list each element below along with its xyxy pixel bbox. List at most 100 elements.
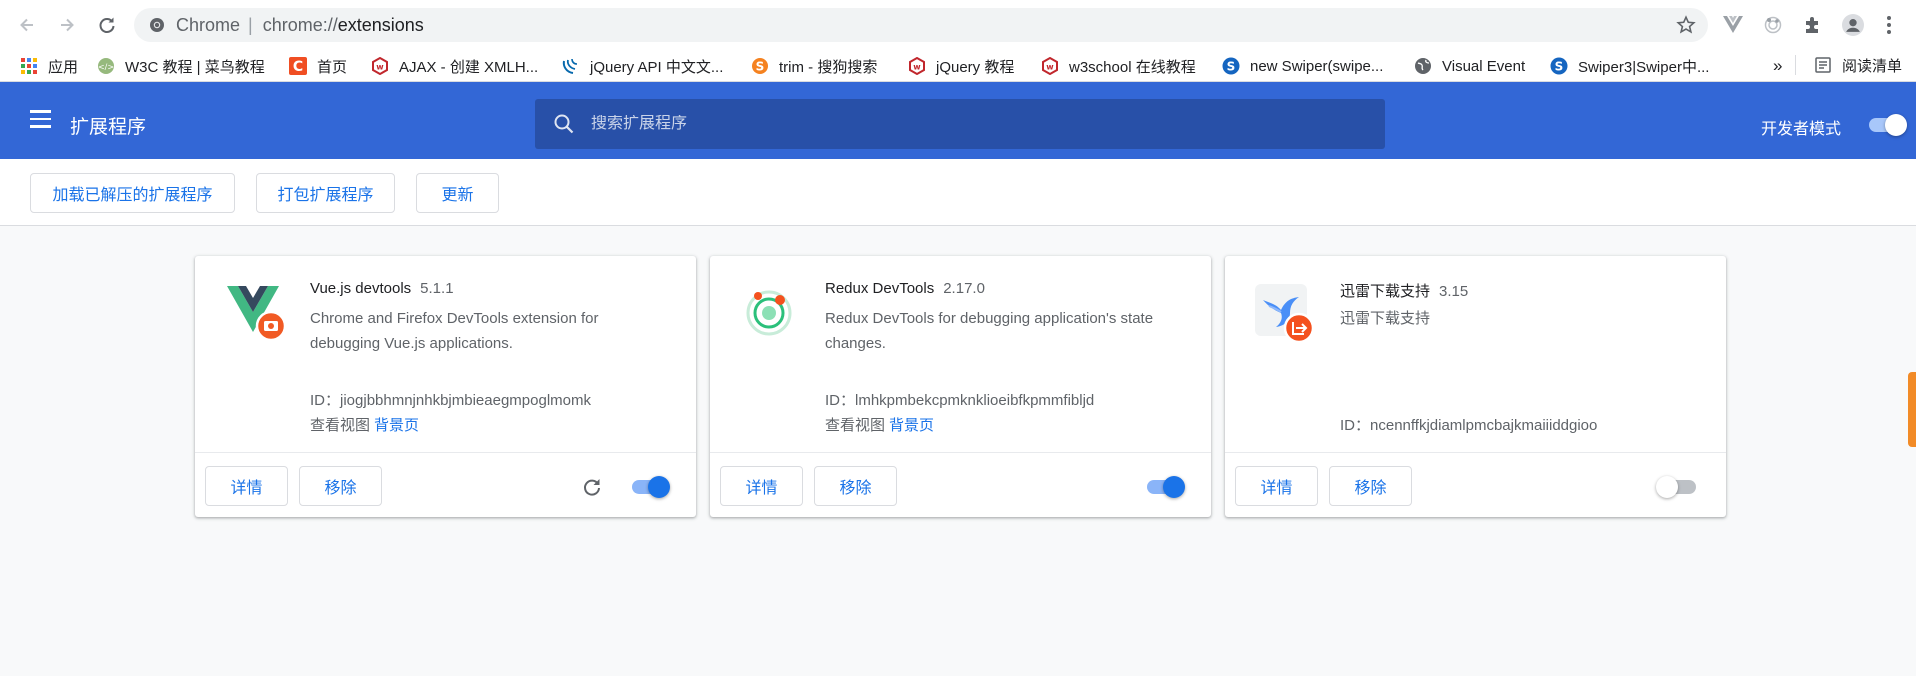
extension-description: Chrome and Firefox DevTools extension fo…: [310, 310, 599, 352]
reading-list-button[interactable]: 阅读清单: [1795, 55, 1902, 75]
extension-id: ID：ncennffkjdiamlpmcbajkmaiiiddgioo: [1340, 417, 1598, 434]
bookmark-new-swiper[interactable]: S new Swiper(swipe...: [1222, 55, 1383, 77]
card-divider: [195, 452, 696, 453]
search-input[interactable]: [591, 115, 1351, 133]
remove-button[interactable]: 移除: [814, 466, 897, 506]
extension-name: 迅雷下载支持 3.15: [1340, 283, 1469, 300]
more-vert-icon: [1887, 16, 1891, 34]
bookmark-runoob[interactable]: </> W3C 教程 | 菜鸟教程: [97, 55, 265, 77]
omnibox-chrome-label: Chrome: [176, 14, 241, 35]
bookmarks-bar: 应用 </> W3C 教程 | 菜鸟教程 C 首页 w AJAX - 创建 XM…: [0, 50, 1916, 82]
card-divider: [1225, 452, 1726, 453]
apps-grid-icon: [20, 57, 38, 75]
dev-mode-toggle[interactable]: [1869, 114, 1909, 136]
svg-text:S: S: [1227, 60, 1236, 74]
bookmark-label: jQuery API 中文文...: [590, 58, 724, 76]
bookmark-visual-event[interactable]: Visual Event: [1414, 55, 1525, 77]
bookmark-label: AJAX - 创建 XMLH...: [399, 58, 539, 76]
redux-ext-icon[interactable]: [1762, 14, 1784, 36]
back-button[interactable]: [14, 12, 40, 38]
jquery-icon: [562, 57, 580, 75]
bookmark-label: Swiper3|Swiper中...: [1578, 58, 1710, 76]
card-divider: [710, 452, 1211, 453]
svg-text:C: C: [293, 59, 303, 75]
puzzle-icon[interactable]: [1802, 14, 1824, 36]
svg-text:S: S: [756, 60, 765, 74]
side-scroll-indicator[interactable]: [1908, 372, 1916, 447]
extension-card-vue: Vue.js devtools 5.1.1 Chrome and Firefox …: [195, 256, 696, 517]
update-button[interactable]: 更新: [416, 173, 499, 213]
enable-toggle[interactable]: [632, 476, 672, 498]
omnibox-separator: |: [248, 14, 253, 35]
forward-button[interactable]: [54, 12, 80, 38]
star-icon[interactable]: [1676, 15, 1696, 35]
vue-logo-icon: [225, 282, 287, 342]
svg-text:w: w: [1046, 63, 1054, 72]
reading-list-label: 阅读清单: [1842, 57, 1903, 75]
sogou-icon: S: [751, 57, 769, 75]
svg-text:w: w: [913, 63, 921, 72]
extension-description: Redux DevTools for debugging application…: [825, 310, 1154, 352]
search-bar[interactable]: [535, 99, 1385, 149]
bookmark-jquery-api[interactable]: jQuery API 中文文...: [562, 55, 723, 77]
extension-card-redux: Redux DevTools 2.17.0 Redux DevTools for …: [710, 256, 1211, 517]
overflow-chevron: »: [1773, 56, 1783, 75]
page-title: 扩展程序: [70, 117, 147, 138]
background-page-link[interactable]: 背景页: [374, 417, 419, 434]
reading-list-icon: [1814, 56, 1832, 74]
reload-extension-icon[interactable]: [581, 476, 603, 498]
vue-ext-icon[interactable]: [1722, 14, 1744, 36]
profile-button[interactable]: [1842, 14, 1864, 36]
globe-icon: [1414, 57, 1432, 75]
details-button[interactable]: 详情: [720, 466, 803, 506]
reload-button[interactable]: [94, 12, 120, 38]
more-menu-button[interactable]: [1882, 14, 1896, 36]
extension-version: 2.17.0: [943, 280, 985, 297]
swiper-icon: S: [1550, 57, 1568, 75]
enable-toggle[interactable]: [1147, 476, 1187, 498]
bookmark-w3school[interactable]: w w3school 在线教程: [1041, 55, 1196, 77]
bookmark-ajax[interactable]: w AJAX - 创建 XMLH...: [371, 55, 538, 77]
extension-id: ID：jiogjbbhmnjnhkbjmbieaegmpoglmomk: [310, 392, 591, 409]
bookmark-label: W3C 教程 | 菜鸟教程: [125, 58, 265, 76]
menu-icon[interactable]: [30, 110, 52, 128]
extension-description: 迅雷下载支持: [1340, 310, 1431, 327]
w3school-icon: w: [908, 57, 926, 75]
omnibox-path: extensions: [337, 14, 424, 35]
extension-card-xunlei: 迅雷下载支持 3.15 迅雷下载支持 ID：ncennffkjdiamlpmcba…: [1225, 256, 1726, 517]
w3school-icon: w: [1041, 57, 1059, 75]
bookmark-label: 应用: [48, 58, 79, 76]
action-toolbar: 加载已解压的扩展程序 打包扩展程序 更新: [0, 159, 1916, 226]
chrome-site-icon: [148, 16, 166, 34]
forward-icon: [61, 18, 74, 32]
redux-logo-icon: [740, 282, 798, 340]
bookmark-jquery-tutorial[interactable]: w jQuery 教程: [908, 55, 1014, 77]
svg-text:S: S: [1555, 60, 1564, 74]
bookmarks-overflow-button[interactable]: »: [1773, 55, 1782, 77]
address-bar[interactable]: Chrome | chrome://extensions: [134, 8, 1708, 42]
bookmark-label: 首页: [317, 58, 348, 76]
extension-version: 3.15: [1439, 283, 1469, 300]
extension-id: ID：lmhkpmbekcpmknklioeibfkpmmfibljd: [825, 392, 1095, 409]
background-page-link[interactable]: 背景页: [889, 417, 934, 434]
enable-toggle[interactable]: [1656, 476, 1698, 498]
profile-icon: [1842, 14, 1864, 36]
dev-mode-label: 开发者模式: [1761, 121, 1842, 138]
details-button[interactable]: 详情: [1235, 466, 1318, 506]
reload-icon: [99, 17, 115, 33]
svg-text:w: w: [376, 63, 384, 72]
pack-extension-button[interactable]: 打包扩展程序: [256, 173, 395, 213]
remove-button[interactable]: 移除: [299, 466, 382, 506]
omnibox-scheme: chrome://: [262, 14, 338, 35]
bookmark-sogou[interactable]: S trim - 搜狗搜索: [751, 55, 877, 77]
extension-version: 5.1.1: [420, 280, 454, 297]
remove-button[interactable]: 移除: [1329, 466, 1412, 506]
details-button[interactable]: 详情: [205, 466, 288, 506]
bookmark-swiper3[interactable]: S Swiper3|Swiper中...: [1550, 55, 1709, 77]
w3school-icon: w: [371, 57, 389, 75]
bookmark-home[interactable]: C 首页: [289, 55, 347, 77]
bookmark-label: trim - 搜狗搜索: [779, 58, 878, 76]
load-unpacked-button[interactable]: 加载已解压的扩展程序: [30, 173, 235, 213]
bookmark-apps[interactable]: 应用: [20, 55, 78, 77]
search-icon: [554, 114, 574, 134]
